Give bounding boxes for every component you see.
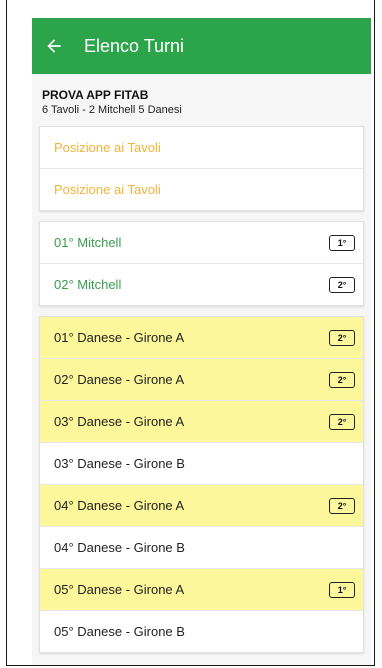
list-item-label: 05° Danese - Girone A <box>54 582 185 597</box>
round-badge: 1° <box>329 581 355 598</box>
list-item-label: 05° Danese - Girone B <box>54 624 185 639</box>
event-name: PROVA APP FITAB <box>42 88 149 102</box>
list-item-danese[interactable]: 04° Danese - Girone B <box>40 527 363 569</box>
event-details: 6 Tavoli - 2 Mitchell 5 Danesi <box>42 104 182 116</box>
round-badge: 2° <box>329 329 355 346</box>
danesi-card: 01° Danese - Girone A 2° 02° Danese - Gi… <box>39 316 364 653</box>
round-badge: 2° <box>329 371 355 388</box>
page-title: Elenco Turni <box>84 35 185 56</box>
list-item-danese[interactable]: 05° Danese - Girone B <box>40 611 363 652</box>
list-item-label: 01° Mitchell <box>54 235 122 250</box>
back-button[interactable] <box>32 18 76 74</box>
list-item-label: Posizione ai Tavoli <box>54 140 161 155</box>
list-item-label: 03° Danese - Girone B <box>54 456 185 471</box>
positions-card: Posizione ai Tavoli Posizione ai Tavoli <box>39 126 364 211</box>
list-item-label: 04° Danese - Girone B <box>54 540 185 555</box>
round-badge: 1° <box>329 234 355 251</box>
list-item-danese[interactable]: 01° Danese - Girone A 2° <box>40 317 363 359</box>
app-screen: Elenco Turni PROVA APP FITAB 6 Tavoli - … <box>32 18 371 665</box>
list-item-danese[interactable]: 02° Danese - Girone A 2° <box>40 359 363 401</box>
list-item-mitchell[interactable]: 02° Mitchell 2° <box>40 264 363 305</box>
mitchell-card: 01° Mitchell 1° 02° Mitchell 2° <box>39 221 364 306</box>
list-item-position[interactable]: Posizione ai Tavoli <box>40 127 363 169</box>
round-badge: 2° <box>329 497 355 514</box>
list-item-label: 02° Danese - Girone A <box>54 372 185 387</box>
list-item-position[interactable]: Posizione ai Tavoli <box>40 169 363 210</box>
list-item-danese[interactable]: 03° Danese - Girone B <box>40 443 363 485</box>
list-item-label: 04° Danese - Girone A <box>54 498 185 513</box>
list-item-label: 02° Mitchell <box>54 277 122 292</box>
list-item-label: Posizione ai Tavoli <box>54 182 161 197</box>
event-info: PROVA APP FITAB 6 Tavoli - 2 Mitchell 5 … <box>32 74 371 126</box>
list-item-mitchell[interactable]: 01° Mitchell 1° <box>40 222 363 264</box>
list-item-label: 03° Danese - Girone A <box>54 414 185 429</box>
device-frame: Elenco Turni PROVA APP FITAB 6 Tavoli - … <box>6 0 375 666</box>
round-badge: 2° <box>329 276 355 293</box>
arrow-left-icon <box>47 39 61 53</box>
list-item-danese[interactable]: 03° Danese - Girone A 2° <box>40 401 363 443</box>
list-item-label: 01° Danese - Girone A <box>54 330 185 345</box>
list-item-danese[interactable]: 04° Danese - Girone A 2° <box>40 485 363 527</box>
round-badge: 2° <box>329 413 355 430</box>
app-bar: Elenco Turni <box>32 18 371 74</box>
list-item-danese[interactable]: 05° Danese - Girone A 1° <box>40 569 363 611</box>
